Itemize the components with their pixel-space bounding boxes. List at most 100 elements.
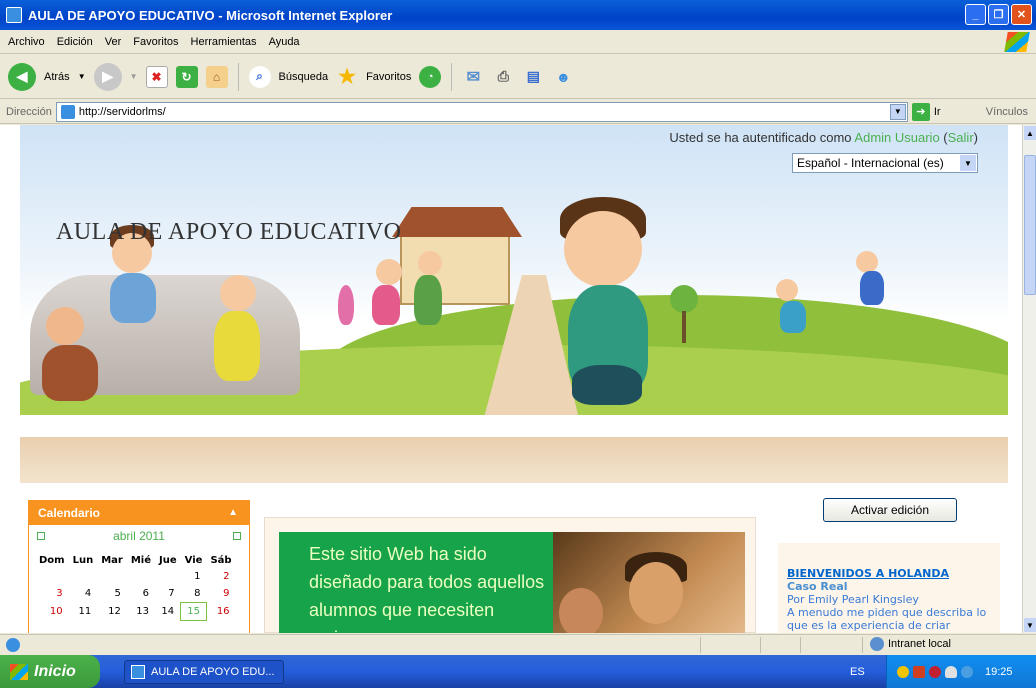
menu-ayuda[interactable]: Ayuda [269,36,300,48]
forward-arrow-icon[interactable]: ▶ [93,62,122,91]
go-label[interactable]: Ir [934,106,941,118]
page-icon [60,104,75,119]
calendar-day[interactable] [127,568,155,585]
menu-archivo[interactable]: Archivo [8,36,45,48]
back-dropdown-icon[interactable]: ▼ [78,72,86,81]
calendar-day[interactable]: 1 [181,568,207,585]
calendar-day[interactable]: 16 [206,603,235,621]
language-indicator[interactable]: ES [850,666,865,678]
window-title: AULA DE APOYO EDUCATIVO - Microsoft Inte… [28,7,393,23]
status-divider [760,637,761,653]
scroll-thumb[interactable] [1024,155,1036,295]
address-dropdown-icon[interactable]: ▼ [889,103,906,120]
shield-icon[interactable] [897,665,909,678]
print-icon[interactable]: ⎙ [492,66,514,88]
calendar-block: Calendario ▲ abril 2011 Dom Lun Mar Mié … [28,500,250,633]
photo-figure [559,588,603,633]
calendar-day[interactable]: 11 [69,603,98,621]
search-label[interactable]: Búsqueda [279,71,329,83]
forward-dropdown-icon[interactable]: ▼ [130,72,138,81]
banner-path [20,437,1008,483]
banner-child [572,365,642,405]
chevron-down-icon[interactable]: ▼ [960,155,976,171]
language-select[interactable]: Español - Internacional (es) ▼ [792,153,978,173]
edit-icon[interactable]: ▤ [522,66,544,88]
favorites-label[interactable]: Favoritos [366,71,411,83]
calendar-day[interactable]: 9 [206,585,235,603]
calendar-day[interactable]: 3 [35,585,69,603]
calendar-day-today[interactable]: 15 [180,602,207,621]
search-icon[interactable]: ⌕ [248,65,271,88]
address-label: Dirección [6,105,52,118]
banner-child [46,307,84,345]
history-icon[interactable]: ◔ [419,65,442,88]
calendar-day[interactable]: 8 [181,585,207,603]
taskbar-window-button[interactable]: AULA DE APOYO EDU... [124,659,284,684]
calendar-day[interactable]: 7 [155,585,181,603]
scroll-up-icon[interactable]: ▲ [1024,126,1036,140]
calendar-day[interactable]: 6 [127,585,155,603]
network-icon[interactable] [913,665,925,678]
weekday-label: Jue [159,555,177,566]
messenger-icon[interactable]: ☻ [552,66,574,88]
calendar-day[interactable] [155,568,181,585]
menu-ver[interactable]: Ver [105,36,122,48]
refresh-icon[interactable]: ↻ [175,65,198,88]
collapse-icon[interactable]: ▲ [228,507,238,518]
calendar-day[interactable]: 14 [155,603,181,621]
toolbar-separator [237,62,239,91]
logout-link[interactable]: Salir [948,130,974,145]
calendar-day[interactable]: 2 [206,568,235,585]
news-excerpt: A menudo me piden que describa lo que es… [787,606,987,632]
stop-icon[interactable]: ✖ [145,65,168,88]
clock[interactable]: 19:25 [985,666,1013,678]
banner-tree [670,285,698,313]
messenger-icon[interactable] [961,665,973,678]
start-button[interactable]: Inicio [0,655,100,688]
calendar-day[interactable] [35,568,69,585]
calendar-day[interactable]: 5 [97,585,127,603]
go-arrow-icon[interactable]: ➔ [911,102,930,121]
banner-child [414,275,442,325]
calendar-table: Dom Lun Mar Mié Jue Vie Sáb 1 2 3 4 5 6 … [35,553,236,621]
calendar-day[interactable] [69,568,98,585]
prev-month-icon[interactable] [37,532,45,540]
close-button[interactable]: ✕ [1011,4,1032,25]
calendar-day[interactable]: 4 [69,585,98,603]
calendar-day[interactable]: 13 [127,603,155,621]
address-input[interactable]: http://servidorlms/ ▼ [55,101,908,122]
students-photo [553,532,745,633]
user-profile-link[interactable]: Admin Usuario [854,130,939,145]
calendar-day[interactable]: 10 [35,603,69,621]
menu-edicion[interactable]: Edición [57,36,93,48]
links-label[interactable]: Vínculos [986,106,1028,118]
vertical-scrollbar[interactable]: ▲ ▼ [1022,125,1036,633]
edit-mode-button[interactable]: Activar edición [823,498,957,522]
favorites-star-icon[interactable]: ★ [336,66,358,88]
menu-herramientas[interactable]: Herramientas [191,36,257,48]
minimize-button[interactable]: _ [965,4,986,25]
windows-flag-icon [10,663,28,680]
calendar-week-row: 3 4 5 6 7 8 9 [35,585,236,603]
taskbar: Inicio AULA DE APOYO EDU... ES 19:25 [0,655,1036,688]
calendar-nav: abril 2011 [35,529,243,543]
maximize-button[interactable]: ❐ [988,4,1009,25]
scroll-down-icon[interactable]: ▼ [1024,618,1036,632]
calendar-day[interactable]: 12 [97,603,127,621]
mail-icon[interactable]: ✉ [462,66,484,88]
menu-favoritos[interactable]: Favoritos [133,36,178,48]
address-url: http://servidorlms/ [78,105,166,118]
window-title-bar[interactable]: AULA DE APOYO EDUCATIVO - Microsoft Inte… [0,0,1036,30]
cloud-icon[interactable] [945,665,957,678]
back-label[interactable]: Atrás [44,71,70,83]
next-month-icon[interactable] [232,532,241,540]
calendar-week-row: 1 2 [35,568,236,585]
back-arrow-icon[interactable]: ◀ [8,62,36,91]
calendar-day[interactable] [97,568,127,585]
home-icon[interactable]: ⌂ [205,65,228,88]
news-title-link[interactable]: BIENVENIDOS A HOLANDA [787,567,1000,580]
ie-icon [6,7,22,23]
antivirus-icon[interactable] [929,665,941,678]
calendar-month[interactable]: abril 2011 [113,529,165,543]
header-banner: AULA DE APOYO EDUCATIVO [20,125,1008,483]
